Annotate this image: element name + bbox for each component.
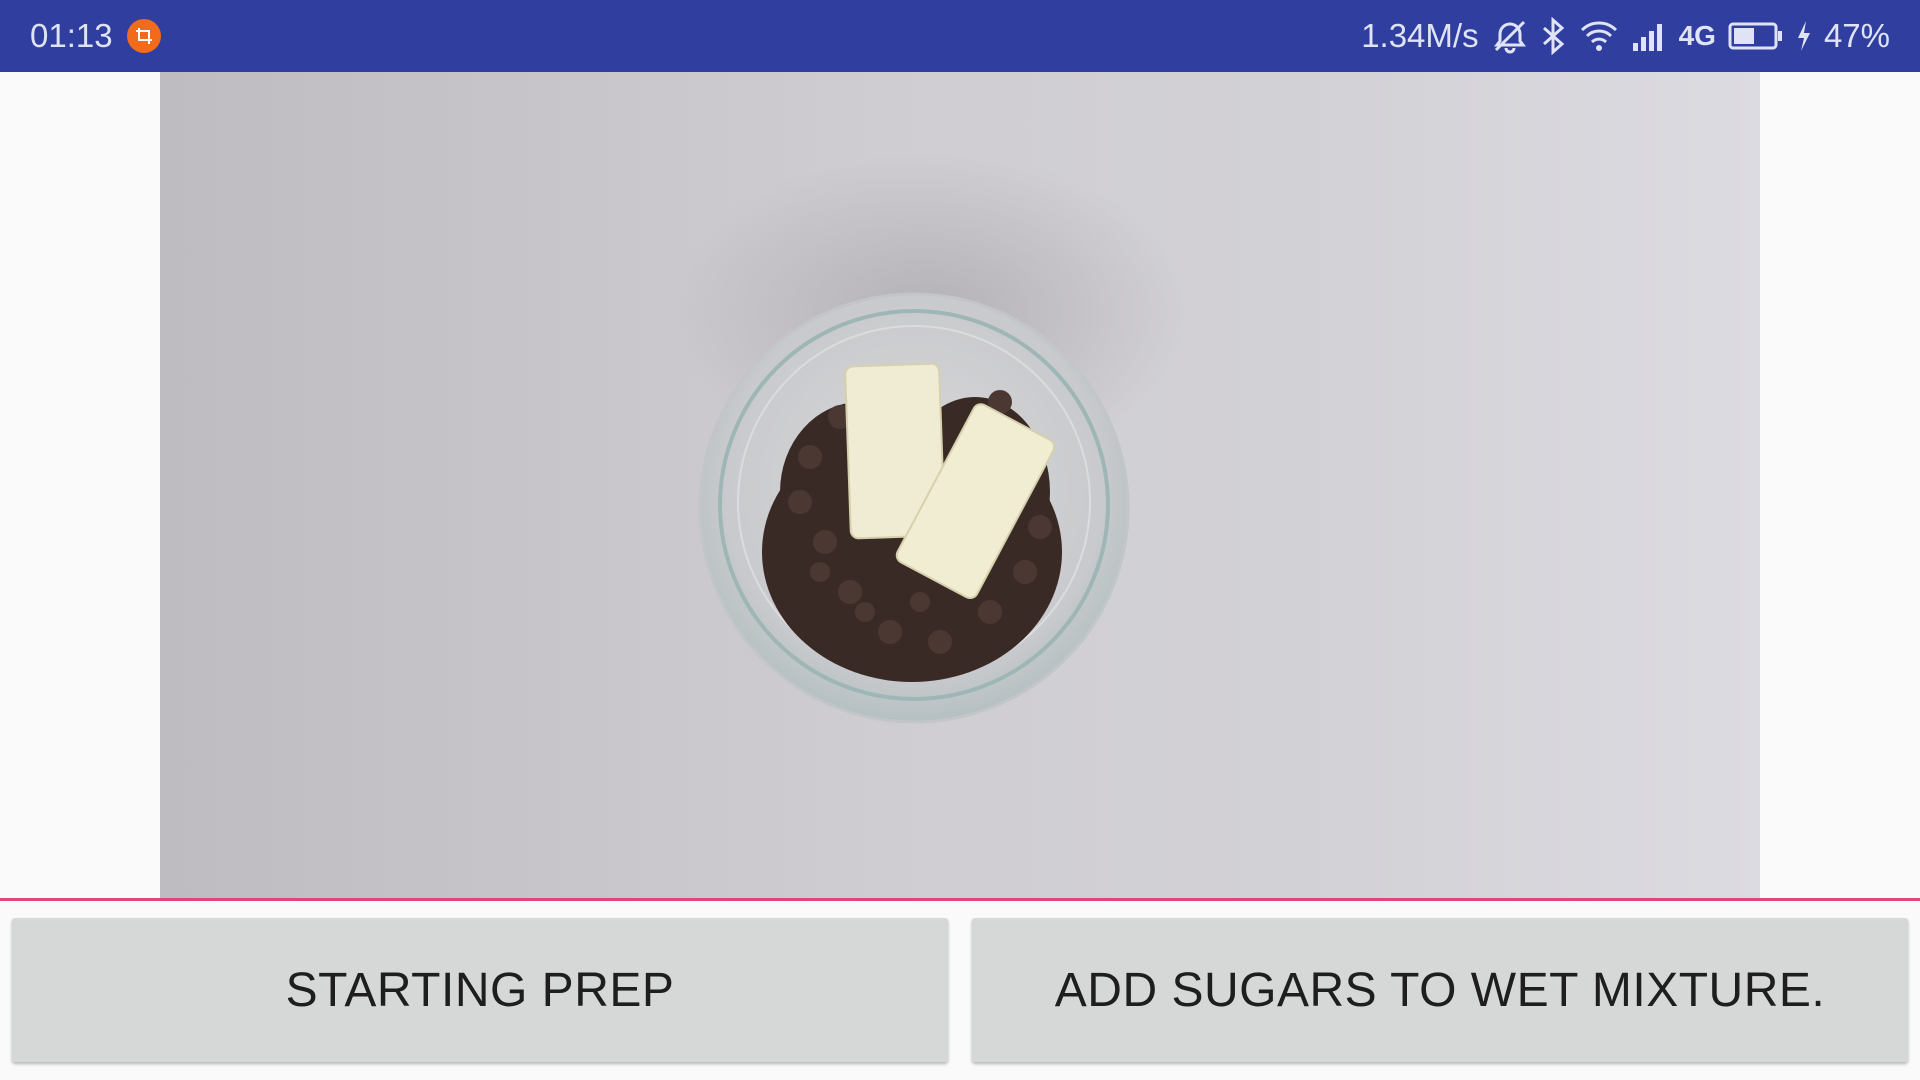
- next-step-button[interactable]: ADD SUGARS TO WET MIXTURE.: [972, 918, 1908, 1062]
- previous-step-button[interactable]: STARTING PREP: [12, 918, 948, 1062]
- net-speed: 1.34M/s: [1361, 17, 1479, 54]
- signal-icon: [1631, 21, 1667, 51]
- charging-icon: [1796, 20, 1812, 52]
- wifi-icon: [1579, 18, 1619, 54]
- battery-icon: [1728, 21, 1784, 51]
- recipe-step-video[interactable]: [160, 72, 1760, 898]
- status-bar: 01:13 1.34M/s 4G 47%: [0, 0, 1920, 72]
- bluetooth-icon: [1541, 17, 1567, 55]
- battery-percent: 47%: [1823, 17, 1890, 54]
- clock: 01:13: [30, 17, 113, 54]
- status-right: 1.34M/s 4G 47%: [1361, 17, 1890, 55]
- status-left: 01:13: [30, 17, 161, 55]
- screen-record-icon: [126, 19, 161, 53]
- accent-divider: [0, 898, 1920, 901]
- alarm-off-icon: [1491, 17, 1529, 55]
- bowl-image: [670, 152, 1190, 724]
- network-type: 4G: [1678, 20, 1716, 51]
